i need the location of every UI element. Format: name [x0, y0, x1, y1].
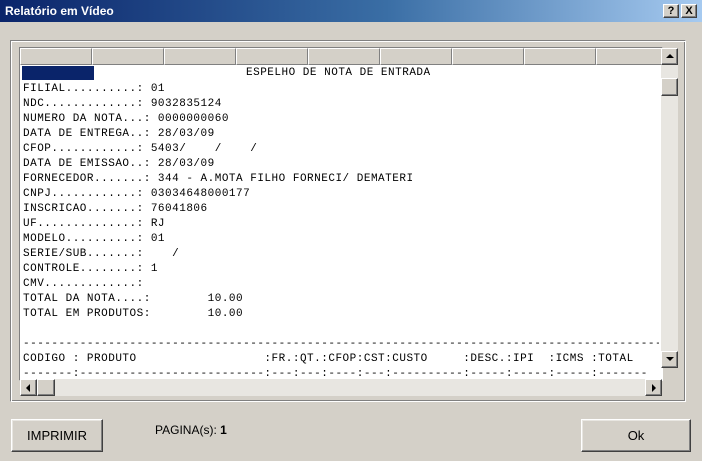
- report-heading: ESPELHO DE NOTA DE ENTRADA: [246, 67, 431, 79]
- print-button[interactable]: IMPRIMIR: [11, 419, 103, 452]
- report-line: SERIE/SUB.......: /: [23, 248, 180, 260]
- grid-column-header[interactable]: [524, 48, 596, 65]
- report-lines: FILIAL..........: 01 NDC.............: 90…: [23, 82, 659, 380]
- report-line: CODIGO : PRODUTO :FR.:QT.:CFOP:CST:CUSTO…: [23, 353, 634, 365]
- report-grid[interactable]: ESPELHO DE NOTA DE ENTRADA FILIAL.......…: [19, 47, 663, 381]
- scroll-right-button[interactable]: [645, 379, 662, 396]
- report-line: FILIAL..........: 01: [23, 83, 166, 95]
- report-line: FORNECEDOR.......: 344 - A.MOTA FILHO FO…: [23, 173, 414, 185]
- arrow-up-icon: [666, 54, 674, 58]
- grid-column-header[interactable]: [308, 48, 380, 65]
- vertical-scroll-thumb[interactable]: [661, 78, 678, 96]
- report-line: CMV.............:: [23, 278, 151, 290]
- grid-column-header[interactable]: [596, 48, 662, 65]
- report-line: CFOP............: 5403/ / /: [23, 143, 258, 155]
- report-line: DATA DE EMISSAO..: 28/03/09: [23, 158, 215, 170]
- arrow-down-icon: [666, 357, 674, 361]
- grid-column-header[interactable]: [164, 48, 236, 65]
- page-label: PAGINA(s):: [155, 423, 217, 437]
- scroll-up-button[interactable]: [661, 48, 678, 65]
- help-button[interactable]: ?: [663, 4, 679, 18]
- arrow-left-icon: [26, 384, 30, 392]
- report-window: Relatório em Vídeo ? X ESPELHO DE NOTA D…: [0, 0, 702, 461]
- report-line: DATA DE ENTREGA..: 28/03/09: [23, 128, 215, 140]
- window-title: Relatório em Vídeo: [5, 4, 114, 18]
- report-line: TOTAL EM PRODUTOS: 10.00: [23, 308, 244, 320]
- grid-column-header[interactable]: [452, 48, 524, 65]
- arrow-right-icon: [652, 384, 656, 392]
- grid-column-header[interactable]: [20, 48, 92, 65]
- grid-header: [20, 48, 662, 65]
- page-indicator: PAGINA(s): 1: [155, 423, 227, 437]
- horizontal-scroll-thumb[interactable]: [37, 379, 55, 396]
- report-line: TOTAL DA NOTA....: 10.00: [23, 293, 244, 305]
- report-line: ----------------------------------------…: [23, 338, 659, 350]
- report-line: INSCRICAO.......: 76041806: [23, 203, 208, 215]
- report-line: CNPJ............: 03034648000177: [23, 188, 251, 200]
- report-line: [23, 322, 659, 337]
- selected-cell[interactable]: [22, 66, 94, 80]
- report-line: MODELO..........: 01: [23, 233, 166, 245]
- grid-column-header[interactable]: [236, 48, 308, 65]
- close-button[interactable]: X: [681, 4, 697, 18]
- report-line: NDC.............: 9032835124: [23, 98, 222, 110]
- report-line: CONTROLE........: 1: [23, 263, 158, 275]
- vertical-scrollbar[interactable]: [661, 48, 678, 368]
- scroll-down-button[interactable]: [661, 351, 678, 368]
- title-bar[interactable]: Relatório em Vídeo ? X: [0, 0, 702, 22]
- grid-column-header[interactable]: [92, 48, 164, 65]
- grid-column-header[interactable]: [380, 48, 452, 65]
- ok-button[interactable]: Ok: [581, 419, 691, 452]
- report-line: NUMERO DA NOTA...: 0000000060: [23, 113, 229, 125]
- horizontal-scrollbar[interactable]: [20, 379, 662, 396]
- scroll-left-button[interactable]: [20, 379, 37, 396]
- page-number: 1: [220, 423, 227, 437]
- report-line: UF..............: RJ: [23, 218, 166, 230]
